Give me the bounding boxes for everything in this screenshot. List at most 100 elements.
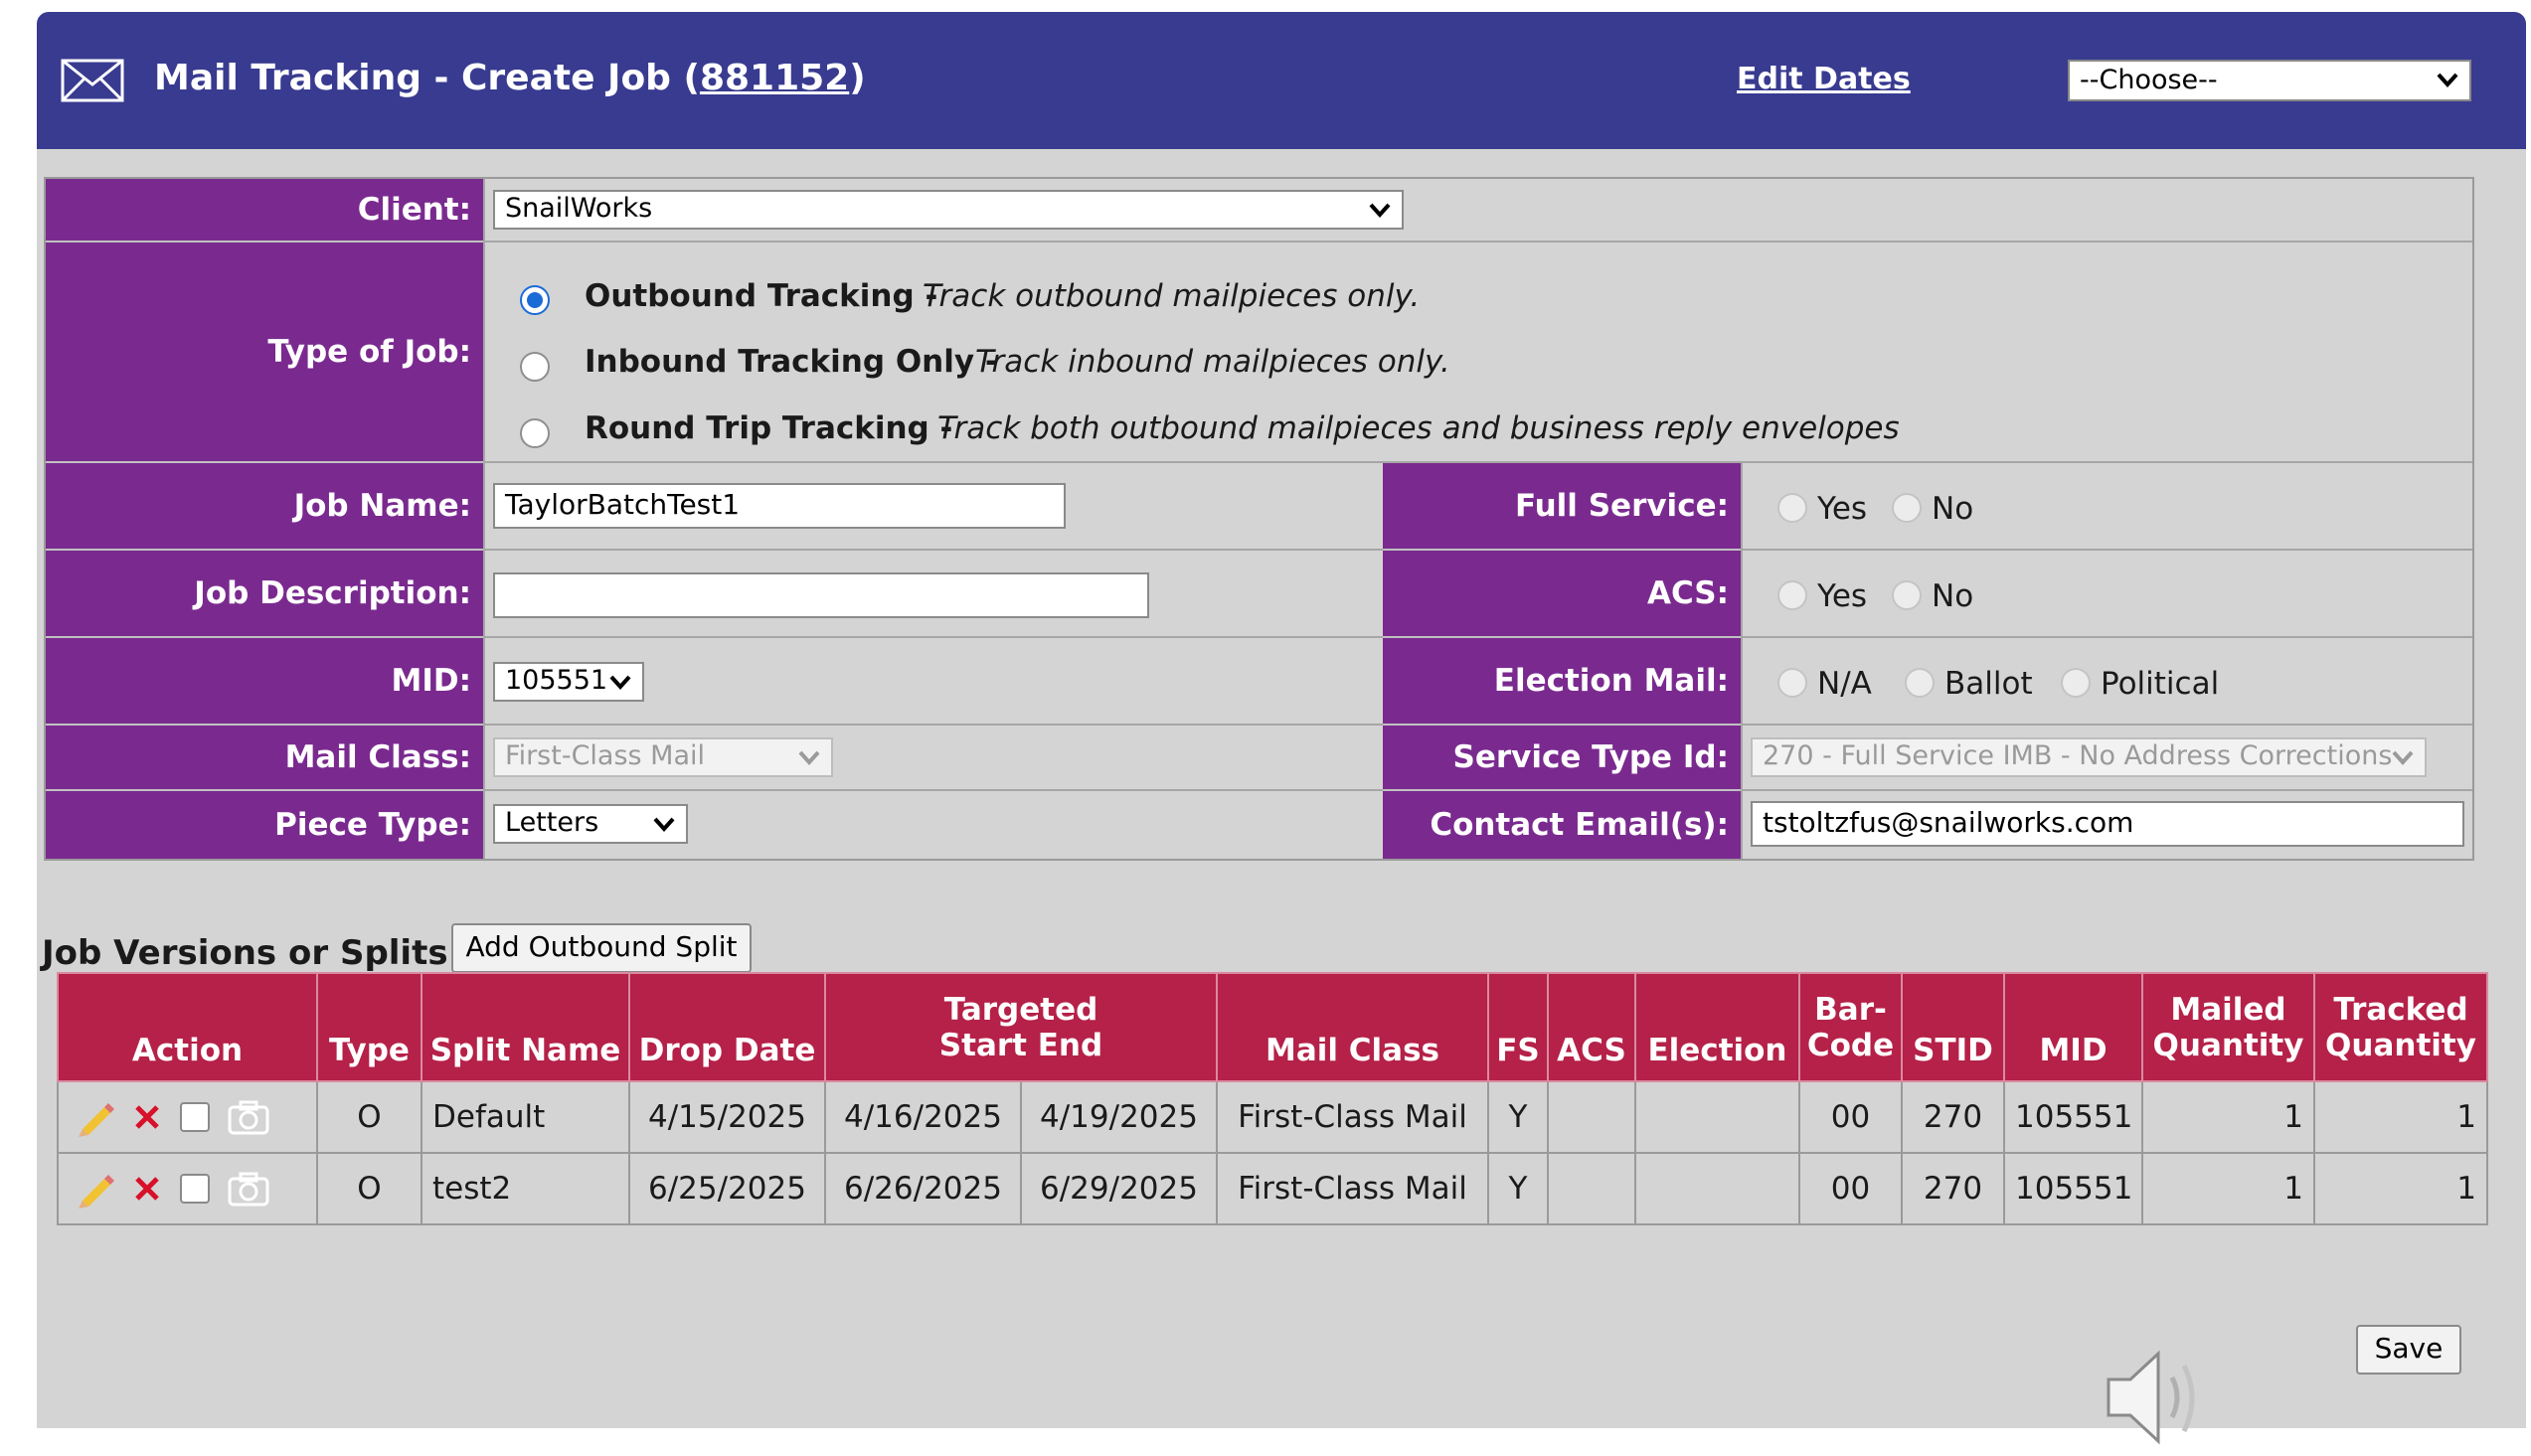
mid-select-value: 105551 — [505, 665, 608, 696]
col-stid: STID — [1901, 972, 2005, 1082]
table-row: O test2 6/25/2025 6/26/2025 6/29/2025 Fi… — [57, 1152, 2488, 1225]
contact-email-label: Contact Email(s): — [1383, 791, 1741, 859]
speaker-icon[interactable] — [2101, 1342, 2210, 1456]
cell-acs — [1547, 1152, 1636, 1225]
mail-class-cell: First-Class Mail — [483, 726, 1383, 791]
type-of-job-cell: Outbound Tracking - Track outbound mailp… — [483, 243, 2472, 463]
contact-email-input[interactable]: tstoltzfus@snailworks.com — [1751, 801, 2464, 847]
edit-dates-link[interactable]: Edit Dates — [1737, 60, 1911, 99]
row-select-checkbox[interactable] — [180, 1102, 210, 1132]
choose-select[interactable]: --Choose-- — [2068, 60, 2471, 101]
camera-icon[interactable] — [228, 1099, 269, 1135]
cell-drop-date: 4/15/2025 — [628, 1080, 826, 1154]
full-service-yes-label: Yes — [1817, 491, 1868, 527]
client-cell: SnailWorks — [483, 179, 2472, 243]
full-service-yes-radio[interactable] — [1777, 493, 1807, 523]
chevron-down-icon — [653, 817, 675, 832]
mail-class-label: Mail Class: — [46, 726, 483, 791]
piece-type-label: Piece Type: — [46, 791, 483, 859]
service-type-id-select[interactable]: 270 - Full Service IMB - No Address Corr… — [1751, 737, 2427, 777]
page-title: Mail Tracking - Create Job (881152) — [154, 54, 866, 103]
col-acs: ACS — [1547, 972, 1636, 1082]
inbound-tracking-desc: Track inbound mailpieces only. — [975, 344, 1450, 380]
election-mail-label: Election Mail: — [1383, 638, 1741, 726]
client-select[interactable]: SnailWorks — [493, 190, 1404, 230]
action-buttons — [69, 1097, 306, 1137]
piece-type-cell: Letters — [483, 791, 1383, 859]
cell-split-name: Default — [421, 1080, 630, 1154]
job-number-link[interactable]: 881152 — [700, 58, 849, 98]
cell-mid: 105551 — [2003, 1080, 2143, 1154]
chevron-down-icon — [1369, 203, 1391, 218]
acs-no-label: No — [1932, 578, 1974, 614]
election-political-radio[interactable] — [2061, 668, 2091, 698]
job-description-input[interactable] — [493, 572, 1149, 618]
service-type-id-label: Service Type Id: — [1383, 726, 1741, 791]
client-label: Client: — [46, 179, 483, 243]
job-form: Client: SnailWorks Type of Job: Outbound… — [44, 177, 2474, 861]
pencil-edit-icon[interactable] — [75, 1169, 114, 1209]
cell-barcode: 00 — [1798, 1152, 1903, 1225]
save-button[interactable]: Save — [2356, 1325, 2461, 1375]
splits-table: Action Type Split Name Drop Date Targete… — [57, 972, 2488, 1225]
pencil-edit-icon[interactable] — [75, 1097, 114, 1137]
row-actions — [57, 1080, 318, 1154]
row-select-checkbox[interactable] — [180, 1174, 210, 1204]
acs-yes-label: Yes — [1817, 578, 1868, 614]
contact-email-cell: tstoltzfus@snailworks.com — [1741, 791, 2472, 859]
acs-no-radio[interactable] — [1892, 580, 1922, 610]
col-drop-date: Drop Date — [628, 972, 826, 1082]
round-trip-tracking-desc: Track both outbound mailpieces and busin… — [937, 410, 1900, 446]
mail-class-select[interactable]: First-Class Mail — [493, 737, 833, 777]
row-actions — [57, 1152, 318, 1225]
col-targeted: Targeted Start End — [824, 972, 1218, 1082]
job-description-cell — [483, 551, 1383, 638]
delete-x-icon[interactable] — [132, 1102, 162, 1132]
cell-election — [1634, 1080, 1800, 1154]
col-mid: MID — [2003, 972, 2143, 1082]
camera-icon[interactable] — [228, 1171, 269, 1207]
col-split-name: Split Name — [421, 972, 630, 1082]
election-ballot-radio[interactable] — [1905, 668, 1935, 698]
cell-drop-date: 6/25/2025 — [628, 1152, 826, 1225]
acs-yes-radio[interactable] — [1777, 580, 1807, 610]
inbound-tracking-radio[interactable] — [520, 352, 550, 382]
job-name-cell: TaylorBatchTest1 — [483, 463, 1383, 551]
full-service-no-radio[interactable] — [1892, 493, 1922, 523]
cell-election — [1634, 1152, 1800, 1225]
col-start-end: Start End — [938, 1027, 1103, 1063]
election-ballot-label: Ballot — [1944, 666, 2033, 702]
delete-x-icon[interactable] — [132, 1174, 162, 1204]
type-of-job-label: Type of Job: — [46, 243, 483, 463]
full-service-label: Full Service: — [1383, 463, 1741, 551]
chevron-down-icon — [609, 675, 631, 690]
client-select-value: SnailWorks — [505, 193, 653, 224]
title-suffix: ) — [849, 58, 866, 98]
round-trip-tracking-label: Round Trip Tracking - — [585, 410, 953, 446]
cell-mid: 105551 — [2003, 1152, 2143, 1225]
splits-header-row: Action Type Split Name Drop Date Targete… — [57, 972, 2488, 1082]
cell-barcode: 00 — [1798, 1080, 1903, 1154]
cell-end-date: 4/19/2025 — [1020, 1080, 1218, 1154]
job-description-label: Job Description: — [46, 551, 483, 638]
mid-select[interactable]: 105551 — [493, 662, 644, 702]
col-barcode: Bar-Code — [1798, 972, 1903, 1082]
add-outbound-split-button[interactable]: Add Outbound Split — [451, 923, 752, 973]
piece-type-select[interactable]: Letters — [493, 804, 688, 844]
cell-fs: Y — [1487, 1080, 1549, 1154]
splits-label: Job Versions or Splits: — [42, 933, 462, 973]
outbound-tracking-desc: Track outbound mailpieces only. — [923, 278, 1421, 314]
piece-type-select-value: Letters — [505, 807, 599, 838]
mail-class-select-value: First-Class Mail — [505, 740, 706, 771]
cell-end-date: 6/29/2025 — [1020, 1152, 1218, 1225]
election-mail-cell: N/A Ballot Political — [1741, 638, 2472, 726]
outbound-tracking-radio[interactable] — [520, 285, 550, 315]
cell-mailed-quantity: 1 — [2141, 1152, 2315, 1225]
round-trip-tracking-radio[interactable] — [520, 418, 550, 448]
job-name-input[interactable]: TaylorBatchTest1 — [493, 483, 1066, 529]
service-type-id-cell: 270 - Full Service IMB - No Address Corr… — [1741, 726, 2472, 791]
col-type: Type — [316, 972, 422, 1082]
election-na-radio[interactable] — [1777, 668, 1807, 698]
cell-fs: Y — [1487, 1152, 1549, 1225]
col-targeted-title: Targeted — [943, 991, 1098, 1028]
